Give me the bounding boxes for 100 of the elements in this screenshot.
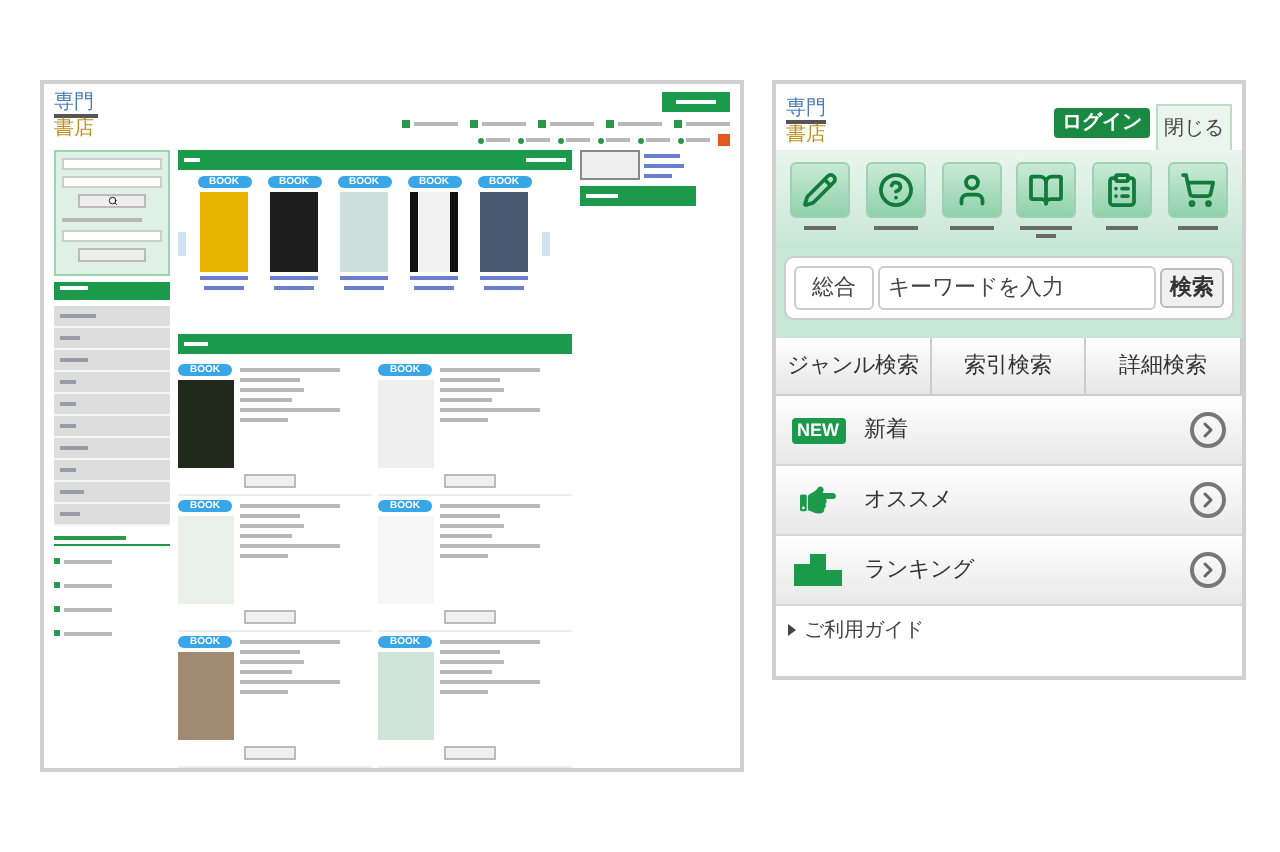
detail-button[interactable]: [444, 474, 496, 488]
text-line: [480, 275, 528, 279]
text-line: [184, 342, 208, 346]
text-line: [440, 659, 504, 663]
book-cover: [410, 192, 458, 272]
book-cover: [480, 192, 528, 272]
text-line: [240, 543, 340, 547]
text-line: [484, 285, 524, 289]
text-line: [240, 397, 292, 401]
text-line: [54, 535, 126, 539]
text-line: [64, 583, 112, 587]
text-line: [644, 173, 672, 177]
book-cover: [270, 192, 318, 272]
link-icon: [402, 119, 410, 127]
text-line: [618, 121, 662, 125]
triangle-icon: [788, 624, 796, 636]
logo: 専門 書店: [54, 92, 100, 144]
text-line: [60, 286, 88, 290]
text-line: [270, 275, 318, 279]
text-line: [566, 138, 590, 142]
bullet-icon: [54, 606, 60, 612]
bullet-icon: [638, 137, 644, 143]
menu-icon-button[interactable]: [865, 162, 926, 218]
text-line: [240, 503, 340, 507]
text-line: [240, 387, 304, 391]
search-button[interactable]: [78, 194, 146, 208]
text-line: [550, 121, 594, 125]
keyword-input[interactable]: キーワードを入力: [878, 266, 1156, 310]
text-line: [410, 275, 458, 279]
search-button[interactable]: 検索: [1160, 268, 1224, 308]
link-icon: [606, 119, 614, 127]
detail-button[interactable]: [244, 746, 296, 760]
text-line: [440, 367, 540, 371]
book-cover: [340, 192, 388, 272]
text-line: [440, 669, 492, 673]
menu-icon-button[interactable]: [1092, 162, 1153, 218]
menu-label-line: [1020, 226, 1073, 230]
menu-icon-button[interactable]: [941, 162, 1002, 218]
book-cover: [378, 652, 434, 740]
text-line: [240, 513, 300, 517]
search-tab[interactable]: 索引検索: [931, 338, 1087, 394]
detail-button[interactable]: [444, 610, 496, 624]
text-line: [440, 417, 488, 421]
bullet-icon: [598, 137, 604, 143]
text-line: [344, 285, 384, 289]
clipboard-icon: [1104, 172, 1141, 208]
text-line: [526, 158, 566, 162]
text-line: [440, 523, 504, 527]
text-line: [440, 377, 500, 381]
text-line: [486, 138, 510, 142]
text-line: [482, 121, 526, 125]
text-line: [64, 631, 112, 635]
menu-icon-button[interactable]: [1167, 162, 1228, 218]
text-line: [440, 397, 492, 401]
search-icon: [107, 196, 117, 206]
text-line: [340, 275, 388, 279]
menu-icon-button[interactable]: [790, 162, 850, 218]
text-line: [686, 138, 710, 142]
bullet-icon: [478, 137, 484, 143]
text-line: [586, 194, 618, 198]
menu-icon-button[interactable]: [1016, 162, 1077, 218]
menu-label-line: [873, 226, 918, 230]
menu-label-line: [804, 226, 836, 230]
login-button[interactable]: [662, 92, 730, 112]
detail-button[interactable]: [244, 474, 296, 488]
text-line: [526, 138, 550, 142]
rss-icon: [718, 134, 730, 146]
link-icon: [674, 119, 682, 127]
text-line: [440, 689, 488, 693]
close-tab[interactable]: 閉じる: [1156, 104, 1232, 150]
guide-link[interactable]: ご利用ガイド: [804, 615, 924, 645]
search-tab[interactable]: ジャンル検索: [776, 338, 932, 394]
scope-select[interactable]: 総合: [794, 266, 874, 310]
text-line: [64, 559, 112, 563]
chevron-icon: [1190, 482, 1226, 518]
detail-button[interactable]: [444, 746, 496, 760]
chevron-icon: [1190, 412, 1226, 448]
text-line: [274, 285, 314, 289]
text-line: [440, 679, 540, 683]
text-line: [240, 367, 340, 371]
text-line: [440, 407, 540, 411]
text-line: [240, 417, 288, 421]
detail-search-button[interactable]: [78, 248, 146, 262]
text-line: [240, 407, 340, 411]
login-button[interactable]: ログイン: [1054, 108, 1150, 138]
text-line: [440, 533, 492, 537]
new-badge: NEW: [791, 417, 845, 443]
book-cover: [200, 192, 248, 272]
text-line: [646, 138, 670, 142]
chevron-icon: [1190, 552, 1226, 588]
text-line: [644, 153, 680, 157]
book-icon: [1028, 172, 1065, 208]
podium-icon: [794, 554, 842, 586]
detail-button[interactable]: [244, 610, 296, 624]
bullet-icon: [54, 558, 60, 564]
bullet-icon: [54, 630, 60, 636]
search-tab[interactable]: 詳細検索: [1086, 338, 1242, 394]
text-line: [440, 649, 500, 653]
menu-label-line: [949, 226, 994, 230]
text-line: [240, 679, 340, 683]
